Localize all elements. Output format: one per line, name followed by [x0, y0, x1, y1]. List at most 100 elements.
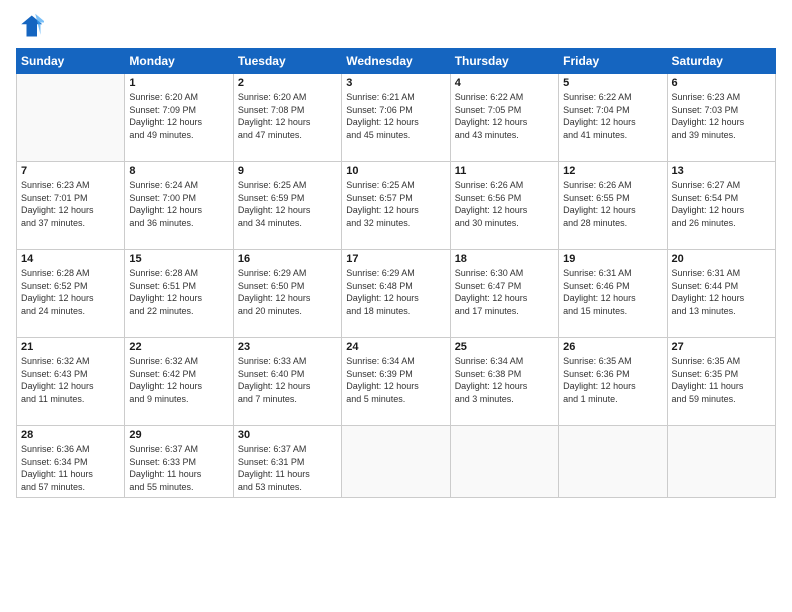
day-number: 22	[129, 341, 228, 353]
calendar-cell	[667, 426, 775, 498]
calendar-cell: 30 Sunrise: 6:37 AM Sunset: 6:31 PM Dayli…	[233, 426, 341, 498]
day-number: 20	[672, 253, 771, 265]
calendar-week-row: 28 Sunrise: 6:36 AM Sunset: 6:34 PM Dayli…	[17, 426, 776, 498]
calendar-cell: 8 Sunrise: 6:24 AM Sunset: 7:00 PM Daylig…	[125, 162, 233, 250]
calendar-cell: 12 Sunrise: 6:26 AM Sunset: 6:55 PM Dayli…	[559, 162, 667, 250]
day-info: Sunrise: 6:20 AM Sunset: 7:09 PM Dayligh…	[129, 91, 228, 141]
calendar-cell: 15 Sunrise: 6:28 AM Sunset: 6:51 PM Dayli…	[125, 250, 233, 338]
day-number: 9	[238, 165, 337, 177]
calendar-cell: 11Sunrise: 6:26 AM Sunset: 6:56 PM Dayli…	[450, 162, 558, 250]
day-number: 28	[21, 429, 120, 441]
calendar-cell: 27Sunrise: 6:35 AM Sunset: 6:35 PM Dayli…	[667, 338, 775, 426]
calendar-cell: 3 Sunrise: 6:21 AM Sunset: 7:06 PM Daylig…	[342, 74, 450, 162]
calendar-cell	[17, 74, 125, 162]
day-number: 10	[346, 165, 445, 177]
day-info: Sunrise: 6:24 AM Sunset: 7:00 PM Dayligh…	[129, 179, 228, 229]
calendar-cell: 2 Sunrise: 6:20 AM Sunset: 7:08 PM Daylig…	[233, 74, 341, 162]
logo	[16, 12, 48, 40]
day-number: 5	[563, 77, 662, 89]
day-info: Sunrise: 6:21 AM Sunset: 7:06 PM Dayligh…	[346, 91, 445, 141]
day-info: Sunrise: 6:29 AM Sunset: 6:50 PM Dayligh…	[238, 267, 337, 317]
day-number: 8	[129, 165, 228, 177]
day-info: Sunrise: 6:31 AM Sunset: 6:46 PM Dayligh…	[563, 267, 662, 317]
weekday-header-friday: Friday	[559, 49, 667, 74]
day-info: Sunrise: 6:32 AM Sunset: 6:43 PM Dayligh…	[21, 355, 120, 405]
day-number: 19	[563, 253, 662, 265]
calendar-cell	[342, 426, 450, 498]
calendar-cell: 5 Sunrise: 6:22 AM Sunset: 7:04 PM Daylig…	[559, 74, 667, 162]
day-info: Sunrise: 6:34 AM Sunset: 6:39 PM Dayligh…	[346, 355, 445, 405]
day-number: 15	[129, 253, 228, 265]
calendar-cell: 20 Sunrise: 6:31 AM Sunset: 6:44 PM Dayli…	[667, 250, 775, 338]
calendar-cell: 26 Sunrise: 6:35 AM Sunset: 6:36 PM Dayli…	[559, 338, 667, 426]
calendar-week-row: 21 Sunrise: 6:32 AM Sunset: 6:43 PM Dayli…	[17, 338, 776, 426]
day-number: 30	[238, 429, 337, 441]
day-info: Sunrise: 6:37 AM Sunset: 6:33 PM Dayligh…	[129, 443, 228, 493]
day-info: Sunrise: 6:32 AM Sunset: 6:42 PM Dayligh…	[129, 355, 228, 405]
day-info: Sunrise: 6:34 AM Sunset: 6:38 PM Dayligh…	[455, 355, 554, 405]
day-number: 4	[455, 77, 554, 89]
day-info: Sunrise: 6:35 AM Sunset: 6:36 PM Dayligh…	[563, 355, 662, 405]
calendar-week-row: 7Sunrise: 6:23 AM Sunset: 7:01 PM Daylig…	[17, 162, 776, 250]
calendar-cell: 21 Sunrise: 6:32 AM Sunset: 6:43 PM Dayli…	[17, 338, 125, 426]
day-info: Sunrise: 6:26 AM Sunset: 6:56 PM Dayligh…	[455, 179, 554, 229]
day-number: 26	[563, 341, 662, 353]
calendar-cell: 13Sunrise: 6:27 AM Sunset: 6:54 PM Dayli…	[667, 162, 775, 250]
day-number: 14	[21, 253, 120, 265]
day-number: 13	[672, 165, 771, 177]
calendar-cell: 29 Sunrise: 6:37 AM Sunset: 6:33 PM Dayli…	[125, 426, 233, 498]
calendar-cell: 28 Sunrise: 6:36 AM Sunset: 6:34 PM Dayli…	[17, 426, 125, 498]
day-info: Sunrise: 6:30 AM Sunset: 6:47 PM Dayligh…	[455, 267, 554, 317]
day-info: Sunrise: 6:25 AM Sunset: 6:57 PM Dayligh…	[346, 179, 445, 229]
weekday-header-thursday: Thursday	[450, 49, 558, 74]
calendar-cell	[559, 426, 667, 498]
calendar-cell: 7Sunrise: 6:23 AM Sunset: 7:01 PM Daylig…	[17, 162, 125, 250]
day-number: 18	[455, 253, 554, 265]
calendar-week-row: 14 Sunrise: 6:28 AM Sunset: 6:52 PM Dayli…	[17, 250, 776, 338]
weekday-header-row: SundayMondayTuesdayWednesdayThursdayFrid…	[17, 49, 776, 74]
day-info: Sunrise: 6:31 AM Sunset: 6:44 PM Dayligh…	[672, 267, 771, 317]
calendar-cell: 14 Sunrise: 6:28 AM Sunset: 6:52 PM Dayli…	[17, 250, 125, 338]
page-container: SundayMondayTuesdayWednesdayThursdayFrid…	[0, 0, 792, 612]
weekday-header-saturday: Saturday	[667, 49, 775, 74]
header	[16, 12, 776, 40]
calendar-cell: 24 Sunrise: 6:34 AM Sunset: 6:39 PM Dayli…	[342, 338, 450, 426]
day-info: Sunrise: 6:36 AM Sunset: 6:34 PM Dayligh…	[21, 443, 120, 493]
day-info: Sunrise: 6:20 AM Sunset: 7:08 PM Dayligh…	[238, 91, 337, 141]
day-number: 7	[21, 165, 120, 177]
day-number: 3	[346, 77, 445, 89]
day-info: Sunrise: 6:22 AM Sunset: 7:04 PM Dayligh…	[563, 91, 662, 141]
day-info: Sunrise: 6:28 AM Sunset: 6:51 PM Dayligh…	[129, 267, 228, 317]
day-info: Sunrise: 6:22 AM Sunset: 7:05 PM Dayligh…	[455, 91, 554, 141]
weekday-header-sunday: Sunday	[17, 49, 125, 74]
day-number: 1	[129, 77, 228, 89]
weekday-header-wednesday: Wednesday	[342, 49, 450, 74]
calendar-cell: 23Sunrise: 6:33 AM Sunset: 6:40 PM Dayli…	[233, 338, 341, 426]
calendar-cell	[450, 426, 558, 498]
calendar-cell: 16Sunrise: 6:29 AM Sunset: 6:50 PM Dayli…	[233, 250, 341, 338]
logo-icon	[16, 12, 44, 40]
weekday-header-monday: Monday	[125, 49, 233, 74]
calendar-cell: 17 Sunrise: 6:29 AM Sunset: 6:48 PM Dayli…	[342, 250, 450, 338]
calendar-table: SundayMondayTuesdayWednesdayThursdayFrid…	[16, 48, 776, 498]
day-info: Sunrise: 6:28 AM Sunset: 6:52 PM Dayligh…	[21, 267, 120, 317]
day-number: 23	[238, 341, 337, 353]
day-number: 27	[672, 341, 771, 353]
day-number: 17	[346, 253, 445, 265]
calendar-cell: 25Sunrise: 6:34 AM Sunset: 6:38 PM Dayli…	[450, 338, 558, 426]
calendar-cell: 22 Sunrise: 6:32 AM Sunset: 6:42 PM Dayli…	[125, 338, 233, 426]
calendar-cell: 1 Sunrise: 6:20 AM Sunset: 7:09 PM Daylig…	[125, 74, 233, 162]
day-number: 6	[672, 77, 771, 89]
calendar-cell: 9 Sunrise: 6:25 AM Sunset: 6:59 PM Daylig…	[233, 162, 341, 250]
calendar-cell: 18 Sunrise: 6:30 AM Sunset: 6:47 PM Dayli…	[450, 250, 558, 338]
day-info: Sunrise: 6:23 AM Sunset: 7:03 PM Dayligh…	[672, 91, 771, 141]
day-number: 21	[21, 341, 120, 353]
day-info: Sunrise: 6:37 AM Sunset: 6:31 PM Dayligh…	[238, 443, 337, 493]
day-number: 12	[563, 165, 662, 177]
day-number: 24	[346, 341, 445, 353]
day-info: Sunrise: 6:26 AM Sunset: 6:55 PM Dayligh…	[563, 179, 662, 229]
day-number: 29	[129, 429, 228, 441]
day-info: Sunrise: 6:29 AM Sunset: 6:48 PM Dayligh…	[346, 267, 445, 317]
day-number: 2	[238, 77, 337, 89]
day-info: Sunrise: 6:25 AM Sunset: 6:59 PM Dayligh…	[238, 179, 337, 229]
